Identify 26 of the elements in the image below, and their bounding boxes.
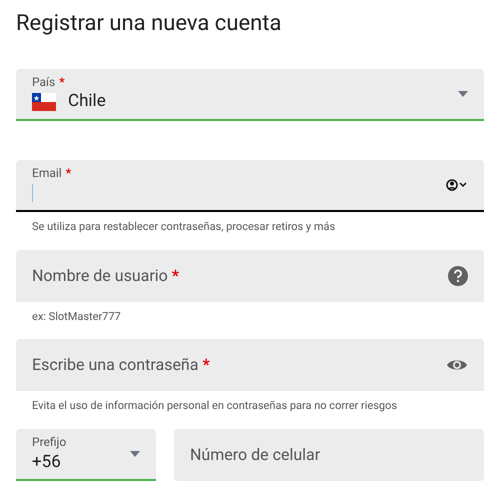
- helper-text: Evita el uso de información personal en contraseñas para no correr riesgos: [31, 398, 398, 414]
- required-mark: *: [59, 74, 65, 90]
- required-mark: *: [202, 354, 210, 376]
- required-mark: *: [66, 165, 72, 181]
- required-mark: *: [172, 264, 180, 286]
- account-icon[interactable]: [446, 179, 468, 191]
- field-label: Prefijo: [32, 434, 68, 450]
- text-field[interactable]: Nombre de usuario *: [16, 250, 484, 302]
- phone-number-field[interactable]: Número de celular: [174, 428, 484, 480]
- field-value: +56: [32, 450, 62, 474]
- field-value: Chile: [68, 90, 106, 114]
- text-cursor-icon: [32, 184, 33, 202]
- field-label: Nombre de usuario: [32, 264, 168, 286]
- country-select[interactable]: País * Chile: [16, 69, 484, 121]
- field-label: Escribe una contraseña: [32, 354, 198, 376]
- text-field[interactable]: Escribe una contraseña *: [16, 339, 484, 391]
- helper-text: ex: SlotMaster777: [31, 308, 122, 324]
- field-label: País: [32, 74, 56, 90]
- caret-icon: [130, 450, 140, 456]
- caret-icon: [458, 91, 468, 97]
- help-icon[interactable]: [448, 266, 468, 286]
- page-title: Registrar una nueva cuenta: [16, 10, 282, 38]
- prefix-select[interactable]: Prefijo +56: [16, 428, 156, 480]
- field-label: Email: [32, 165, 62, 181]
- text-field[interactable]: Email *: [16, 160, 484, 212]
- helper-text: Se utiliza para restablecer contraseñas, procesar retiros y más: [31, 219, 336, 235]
